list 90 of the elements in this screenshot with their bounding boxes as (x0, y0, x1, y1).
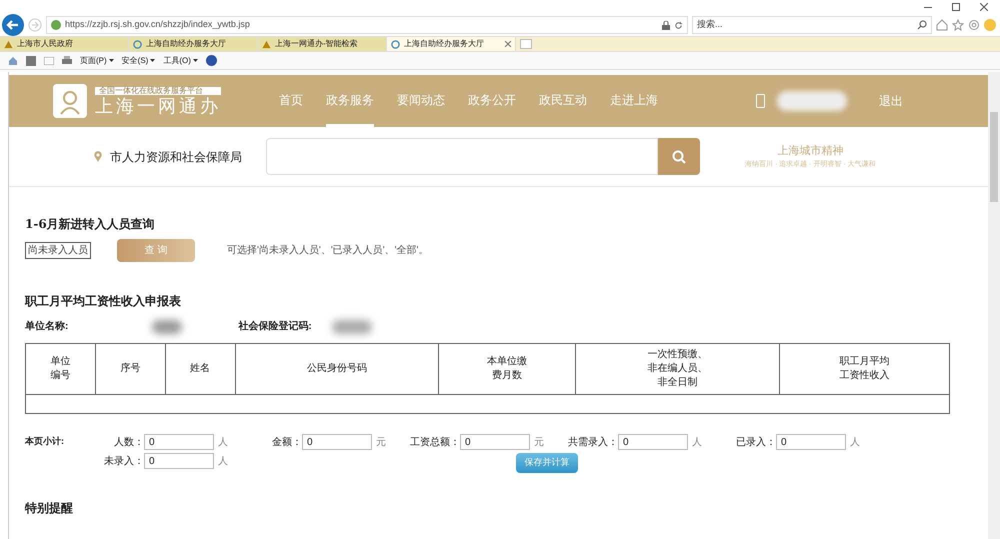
search-placeholder: 搜索... (697, 18, 724, 32)
number-field[interactable]: 0 (144, 434, 214, 450)
refresh-icon[interactable] (674, 20, 683, 30)
unit-label: 人 (850, 436, 860, 450)
toolbar-menu[interactable]: 页面(P) (80, 54, 114, 66)
home-icon[interactable] (8, 56, 18, 66)
status-select[interactable]: 尚未录入人员 (25, 242, 91, 259)
new-tab-icon[interactable] (520, 39, 532, 49)
unit-label: 人 (218, 436, 228, 450)
browser-tab[interactable]: 上海自助经办服务大厅 (387, 37, 516, 51)
platform-tagline: 全国一体化在线政务服务平台 (95, 87, 221, 95)
phone-icon (756, 94, 765, 108)
field-label: 人数： (113, 436, 144, 450)
number-field[interactable]: 0 (618, 434, 688, 450)
browser-tab[interactable]: 上海自助经办服务大厅 (129, 37, 258, 51)
field-label: 已录入： (735, 436, 776, 450)
globe-icon (391, 40, 400, 48)
column-header: 非全日制 (658, 377, 698, 388)
globe-icon (133, 40, 142, 48)
unit-label: 人 (218, 454, 228, 468)
location-pin-icon (94, 151, 102, 162)
field-label: 共需录入： (567, 436, 618, 450)
column-header: 本单位缴 (486, 356, 527, 367)
unit-label: 元 (534, 436, 544, 450)
field-label: 金额： (271, 436, 302, 450)
toolbar-menu[interactable]: 工具(O) (163, 54, 198, 66)
forward-icon[interactable] (28, 18, 42, 32)
lock-icon (662, 20, 670, 30)
column-header: 一次性预缴、 (648, 349, 708, 360)
minimize-icon[interactable] (924, 6, 932, 8)
field-label: 单位名称: (25, 320, 68, 334)
search-icon (672, 150, 686, 164)
section-title: 特别提醒 (25, 500, 74, 517)
search-field[interactable]: 搜索... (692, 16, 932, 34)
caret-icon (192, 59, 198, 62)
search-icon[interactable] (917, 20, 927, 30)
number-field[interactable]: 0 (776, 434, 846, 450)
restore-icon[interactable] (952, 3, 960, 11)
tab-label: 上海一网通办-智能检索 (275, 38, 359, 50)
column-header: 非在编人员、 (648, 363, 708, 374)
close-icon[interactable] (980, 3, 988, 11)
column-header: 序号 (120, 363, 140, 374)
column-header: 编号 (50, 370, 70, 381)
section-title: 1-6月新进转入人员查询 (25, 216, 156, 233)
search-field[interactable] (266, 138, 658, 175)
toolbar-menu[interactable]: 安全(S) (122, 54, 156, 66)
field-label: 工资总额： (409, 436, 460, 450)
field-label: 未录入： (103, 454, 144, 468)
site-icon (51, 20, 61, 30)
address-bar[interactable]: https://zzjb.rsj.sh.gov.cn/shzzjb/index_ywtb.jsp (46, 16, 688, 34)
redaction-blur (152, 320, 182, 334)
settings-icon[interactable] (968, 19, 980, 31)
redaction-blur (332, 320, 372, 334)
tab-label: 上海自助经办服务大厅 (404, 38, 485, 50)
logo-icon (53, 84, 87, 118)
print-icon[interactable] (62, 56, 72, 66)
location-label: 市人力资源和社会保障局 (110, 148, 242, 166)
subtotal-label: 本页小计: (25, 435, 65, 448)
unit-label: 元 (376, 436, 386, 450)
home-icon[interactable] (936, 19, 948, 31)
browser-tab[interactable]: 上海一网通办-智能检索 (258, 37, 387, 51)
unit-label: 人 (692, 436, 702, 450)
column-header: 单位 (50, 356, 70, 367)
close-icon[interactable] (505, 41, 511, 47)
column-header: 费月数 (492, 370, 522, 381)
tab-label: 上海自助经办服务大厅 (146, 38, 227, 50)
caret-icon (150, 59, 156, 62)
caret-icon (108, 59, 114, 62)
warning-icon (4, 40, 13, 48)
number-field[interactable]: 0 (302, 434, 372, 450)
section-title: 职工月平均工资性收入申报表 (25, 293, 182, 310)
field-label: 社会保险登记码: (238, 320, 312, 334)
slogan-title: 上海城市精神 (777, 144, 844, 159)
hint-text: 可选择'尚未录入人员'、'已录入人员'、'全部'。 (227, 244, 428, 258)
column-header: 姓名 (190, 363, 210, 374)
star-icon[interactable] (952, 19, 964, 31)
number-field[interactable]: 0 (460, 434, 530, 450)
tab-label: 上海市人民政府 (17, 38, 74, 50)
column-header: 工资性收入 (840, 370, 890, 381)
site-name: 上海一网通办 (95, 97, 221, 115)
browser-tab[interactable]: 上海市人民政府 (0, 37, 129, 51)
warning-icon (262, 40, 271, 48)
column-header: 公民身份号码 (306, 363, 367, 374)
back-icon[interactable] (2, 14, 24, 36)
scrollbar-thumb[interactable] (990, 112, 998, 202)
number-field[interactable]: 0 (144, 453, 214, 469)
redaction-blur (777, 91, 847, 111)
column-header: 职工月平均 (840, 356, 890, 367)
search-button[interactable] (658, 138, 700, 175)
url-text: https://zzjb.rsj.sh.gov.cn/shzzjb/index_ywtb.jsp (65, 18, 251, 32)
